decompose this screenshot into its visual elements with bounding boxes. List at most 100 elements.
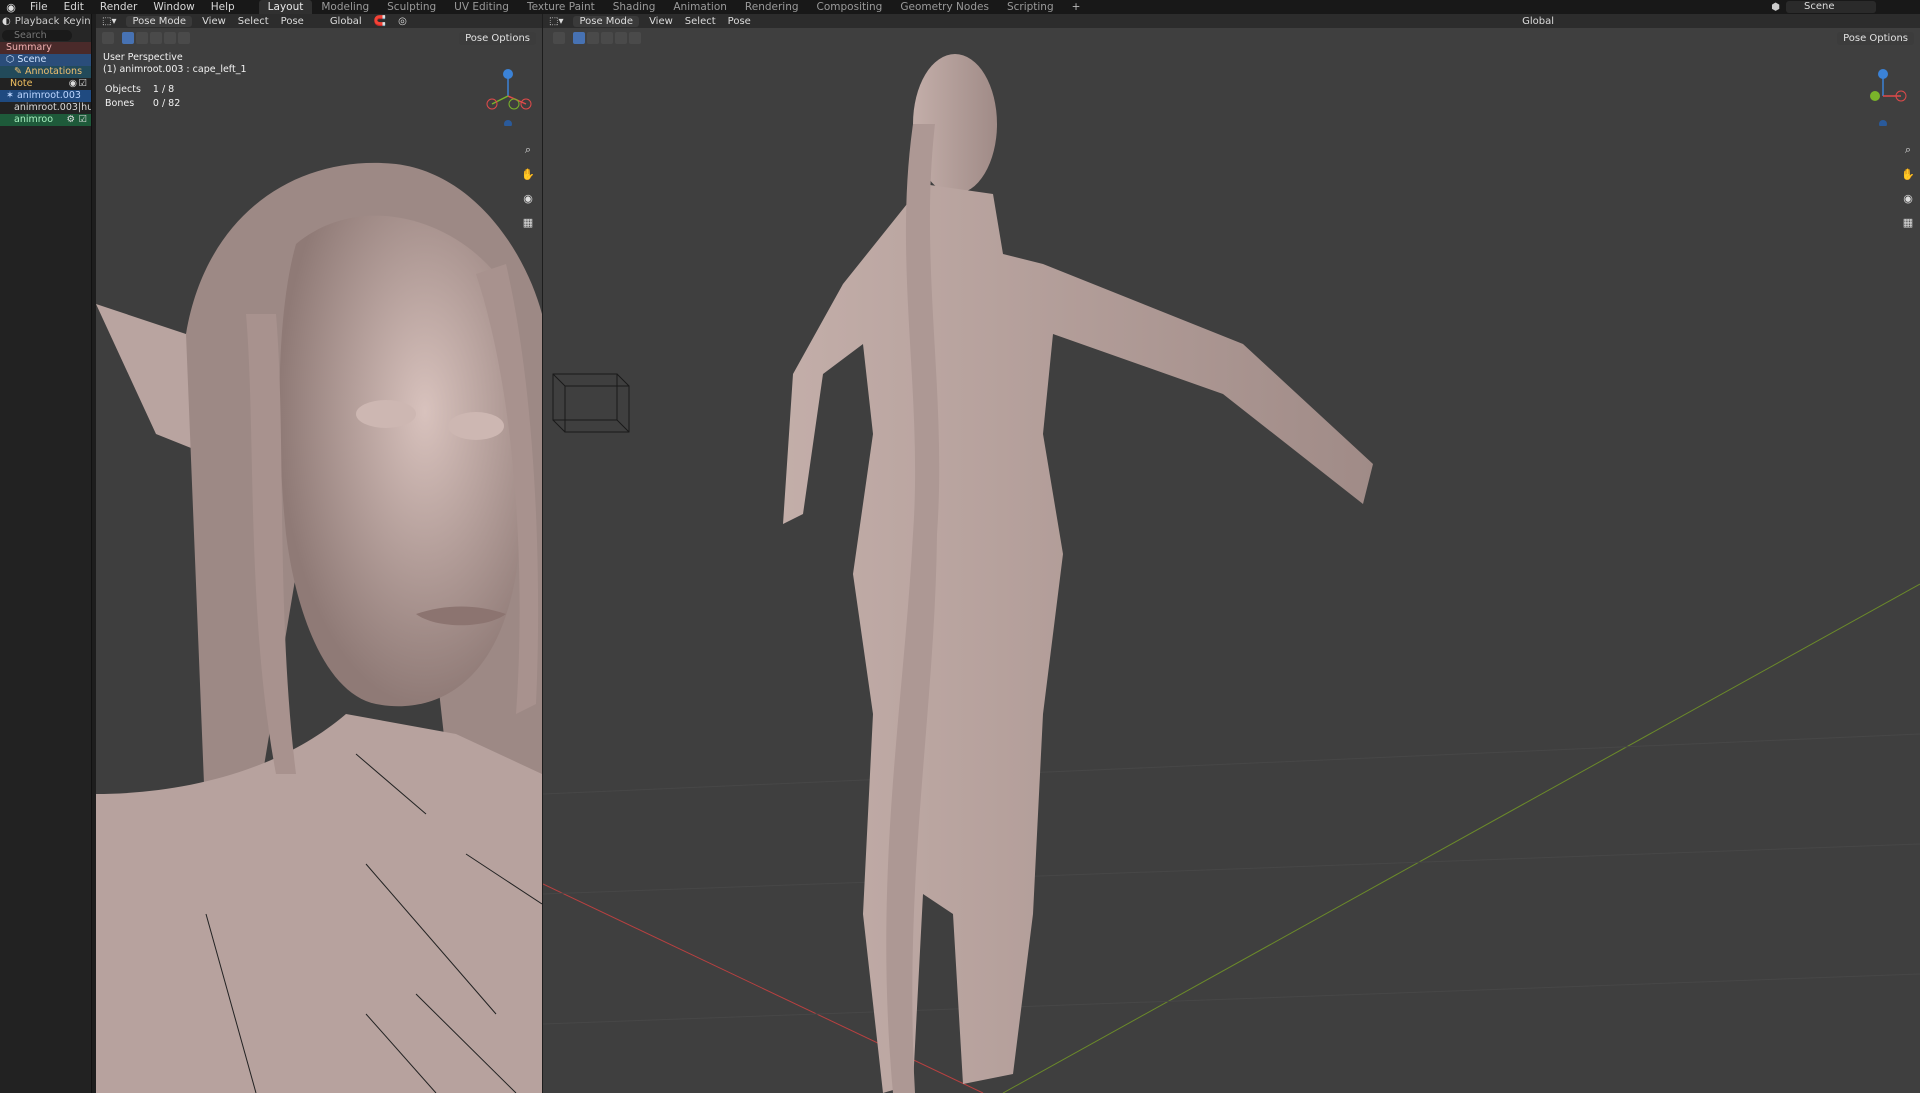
item-label: Note: [10, 78, 33, 89]
select-tool-button[interactable]: [553, 32, 565, 44]
menu-view[interactable]: View: [643, 16, 679, 27]
tab-compositing[interactable]: Compositing: [808, 0, 892, 14]
menu-render[interactable]: Render: [92, 0, 145, 14]
select-extend-button[interactable]: [136, 32, 148, 44]
outliner-item-annotations[interactable]: ✎ Annotations: [0, 66, 91, 78]
keying-menu[interactable]: Keyin: [63, 16, 90, 27]
workspace-tabs: Layout Modeling Sculpting UV Editing Tex…: [258, 0, 1090, 14]
viewport-right-header: ⬚▾ Pose Mode View Select Pose Global: [543, 14, 1920, 28]
select-box-button[interactable]: [573, 32, 585, 44]
add-workspace-button[interactable]: +: [1063, 0, 1090, 14]
menu-file[interactable]: File: [22, 0, 56, 14]
outliner-item-scene[interactable]: ⬡ Scene: [0, 54, 91, 66]
select-intersect-button[interactable]: [178, 32, 190, 44]
menu-help[interactable]: Help: [203, 0, 243, 14]
scene-icon: ⬡: [6, 54, 18, 65]
grid-view-icon[interactable]: ▦: [1900, 214, 1916, 230]
outliner-item-animroo[interactable]: animroo ⚙ ☑: [0, 114, 91, 126]
snap-icon[interactable]: 🧲: [368, 16, 392, 27]
viewport-left[interactable]: ⬚▾ Pose Mode View Select Pose Global 🧲 ◎…: [96, 14, 542, 1093]
menu-select[interactable]: Select: [232, 16, 275, 27]
pan-hand-icon[interactable]: ✋: [1900, 166, 1916, 182]
select-intersect-button[interactable]: [629, 32, 641, 44]
select-extend-button[interactable]: [587, 32, 599, 44]
main-menu: File Edit Render Window Help: [22, 0, 243, 14]
viewport-right-scene: [543, 14, 1920, 1093]
item-label: animroo: [14, 114, 54, 125]
camera-view-icon[interactable]: ◉: [520, 190, 536, 206]
editor-type-icon[interactable]: ◐: [2, 16, 11, 27]
checkbox-icon[interactable]: ☑: [78, 78, 87, 90]
menu-pose[interactable]: Pose: [275, 16, 310, 27]
annotation-icon: ✎: [14, 66, 25, 77]
visibility-eye-icon[interactable]: ◉: [69, 78, 77, 90]
select-subtract-button[interactable]: [601, 32, 613, 44]
outliner-item-animroot-003-hu[interactable]: animroot.003|hu1: [0, 102, 91, 114]
tab-scripting[interactable]: Scripting: [998, 0, 1063, 14]
menu-select[interactable]: Select: [679, 16, 722, 27]
neg-z-axis-handle[interactable]: [504, 120, 512, 126]
select-invert-button[interactable]: [615, 32, 627, 44]
active-object-label: (1) animroot.003 : cape_left_1: [103, 64, 247, 75]
editor-type-icon[interactable]: ⬚▾: [96, 16, 122, 27]
outliner-panel: ◐ Playback Keyin Search Summary ⬡ Scene …: [0, 14, 92, 1093]
tab-animation[interactable]: Animation: [664, 0, 736, 14]
zoom-icon[interactable]: ⌕: [520, 142, 536, 158]
blender-logo-icon[interactable]: ◉: [4, 0, 18, 14]
tab-shading[interactable]: Shading: [604, 0, 665, 14]
pose-options-dropdown[interactable]: Pose Options: [1837, 32, 1914, 45]
neg-z-axis-handle[interactable]: [1879, 120, 1887, 126]
zoom-icon[interactable]: ⌕: [1900, 142, 1916, 158]
menu-view[interactable]: View: [196, 16, 232, 27]
outliner-item-summary[interactable]: Summary: [0, 42, 91, 54]
tab-rendering[interactable]: Rendering: [736, 0, 808, 14]
tab-uv-editing[interactable]: UV Editing: [445, 0, 518, 14]
select-invert-button[interactable]: [164, 32, 176, 44]
playback-menu[interactable]: Playback: [15, 16, 60, 27]
armature-icon: ✶: [6, 90, 17, 101]
menu-pose[interactable]: Pose: [722, 16, 757, 27]
outliner-search-input[interactable]: Search: [2, 30, 72, 41]
outliner-item-note[interactable]: Note ◉ ☑: [0, 78, 91, 90]
y-axis-handle[interactable]: [1870, 91, 1880, 101]
item-label: animroot.003|hu1: [14, 102, 91, 113]
camera-view-icon[interactable]: ◉: [1900, 190, 1916, 206]
navigation-gizmo[interactable]: [1853, 66, 1913, 126]
transform-orientation-dropdown[interactable]: Global: [324, 16, 368, 27]
pan-hand-icon[interactable]: ✋: [520, 166, 536, 182]
outliner-toolbar: ◐ Playback Keyin: [2, 15, 91, 28]
tab-geometry-nodes[interactable]: Geometry Nodes: [891, 0, 998, 14]
viewport-left-scene: [96, 14, 542, 1093]
mode-dropdown[interactable]: Pose Mode: [126, 15, 193, 27]
outliner-item-animroot-003[interactable]: ✶ animroot.003: [0, 90, 91, 102]
tab-sculpting[interactable]: Sculpting: [378, 0, 445, 14]
scene-field[interactable]: Scene: [1786, 1, 1876, 13]
select-box-button[interactable]: [122, 32, 134, 44]
mode-dropdown[interactable]: Pose Mode: [573, 15, 640, 27]
stats-value: 0 / 82: [152, 98, 181, 109]
transform-orientation-dropdown[interactable]: Global: [1516, 16, 1560, 27]
select-tool-button[interactable]: [102, 32, 114, 44]
stats-row: Bones 0 / 82: [105, 98, 190, 110]
viewport-right[interactable]: ⬚▾ Pose Mode View Select Pose Global Pos…: [543, 14, 1920, 1093]
y-axis-handle[interactable]: [508, 98, 520, 110]
item-label: Annotations: [24, 66, 83, 77]
viewport-left-header: ⬚▾ Pose Mode View Select Pose Global 🧲 ◎: [96, 14, 542, 28]
stats-label: Objects: [105, 84, 141, 95]
stats-row: Objects 1 / 8: [105, 84, 190, 96]
navigation-gizmo[interactable]: [482, 66, 542, 126]
menu-edit[interactable]: Edit: [56, 0, 92, 14]
tab-layout[interactable]: Layout: [258, 0, 313, 14]
grid-view-icon[interactable]: ▦: [520, 214, 536, 230]
select-subtract-button[interactable]: [150, 32, 162, 44]
menu-window[interactable]: Window: [145, 0, 202, 14]
editor-type-icon[interactable]: ⬚▾: [543, 16, 569, 27]
tab-texture-paint[interactable]: Texture Paint: [518, 0, 604, 14]
proportional-edit-icon[interactable]: ◎: [392, 16, 413, 27]
wrench-icon[interactable]: ⚙: [66, 114, 75, 126]
z-axis-handle[interactable]: [1878, 69, 1888, 79]
checkbox-icon[interactable]: ☑: [78, 114, 87, 126]
tab-modeling[interactable]: Modeling: [312, 0, 378, 14]
z-axis-handle[interactable]: [503, 69, 513, 79]
pose-options-dropdown[interactable]: Pose Options: [459, 32, 536, 45]
